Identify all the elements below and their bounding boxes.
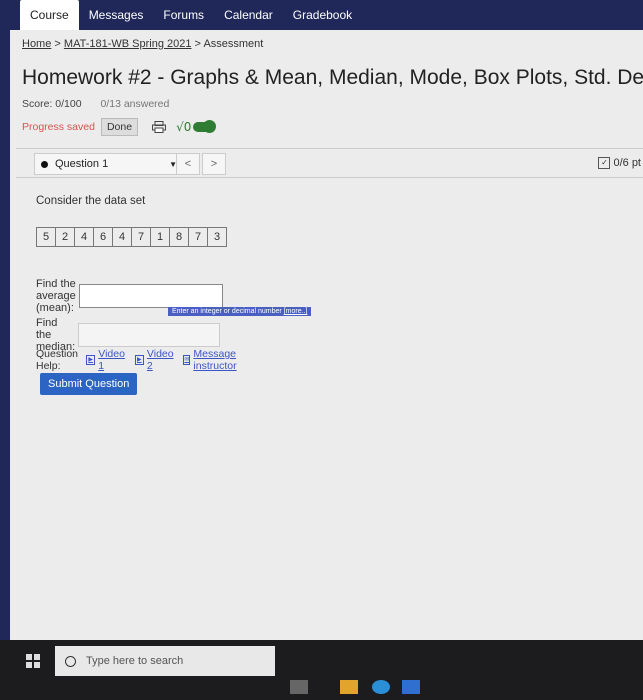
- breadcrumb-course[interactable]: MAT-181-WB Spring 2021: [64, 38, 192, 50]
- tab-calendar[interactable]: Calendar: [214, 0, 283, 30]
- score: Score: 0/100: [22, 98, 82, 110]
- message-instructor-label: Message instructor: [193, 348, 237, 372]
- breadcrumb-home[interactable]: Home: [22, 38, 51, 50]
- browser-icon[interactable]: [372, 680, 390, 694]
- question-points: ✓ 0/6 pt: [598, 157, 641, 169]
- breadcrumb-current: Assessment: [203, 38, 264, 50]
- input-hint-tooltip: Enter an integer or decimal number [more…: [168, 307, 312, 316]
- windows-start-icon[interactable]: [26, 654, 40, 668]
- dataset-cell: 2: [56, 228, 75, 246]
- median-input[interactable]: [78, 323, 221, 347]
- video-1-link[interactable]: ▶ Video 1: [86, 348, 127, 372]
- left-bar: [0, 0, 10, 640]
- next-question-button[interactable]: >: [202, 153, 226, 175]
- question-bar: Question 1 ▼ < > ✓ 0/6 pt: [16, 148, 643, 178]
- points-value: 0/6 pt: [613, 157, 641, 169]
- checkbox-icon: ✓: [598, 157, 611, 169]
- prev-question-button[interactable]: <: [176, 153, 200, 175]
- tab-course[interactable]: Course: [20, 0, 79, 30]
- page-title: Homework #2 - Graphs & Mean, Median, Mod…: [22, 66, 643, 89]
- breadcrumb-separator: >: [194, 38, 201, 50]
- dataset-cell: 7: [132, 228, 151, 246]
- answered-count: 0/13 answered: [100, 98, 170, 110]
- hint-more-link[interactable]: [more..]: [284, 308, 308, 315]
- progress-saved-status: Progress saved: [22, 121, 95, 133]
- dataset-cell: 8: [170, 228, 189, 246]
- video-2-link[interactable]: ▶ Video 2: [134, 348, 176, 372]
- dataset-table: 5 2 4 6 4 7 1 8 7 3: [36, 227, 227, 247]
- mean-label: Find the average (mean):: [36, 278, 76, 314]
- score-line: Score: 0/100 0/13 answered: [22, 98, 169, 110]
- question-prompt: Consider the data set: [36, 195, 146, 207]
- video-icon: ▶: [86, 355, 96, 365]
- breadcrumb: Home > MAT-181-WB Spring 2021 > Assessme…: [22, 38, 263, 50]
- message-instructor-link[interactable]: ✉ Message instructor: [183, 348, 240, 372]
- taskbar: Type here to search: [0, 640, 643, 700]
- screen: Course Messages Forums Calendar Gradeboo…: [0, 0, 643, 700]
- hint-text: Enter an integer or decimal number: [172, 308, 282, 315]
- app-icon[interactable]: [402, 680, 420, 694]
- video-2-label: Video 2: [146, 348, 174, 372]
- mean-input[interactable]: [78, 284, 223, 308]
- question-help: Question Help: ▶ Video 1 ▶ Video 2 ✉ Mes…: [36, 348, 241, 372]
- video-icon: ▶: [134, 355, 144, 365]
- breadcrumb-separator: >: [54, 38, 61, 50]
- dataset-cell: 5: [37, 228, 56, 246]
- question-select-value: Question 1: [55, 158, 109, 170]
- tab-forums[interactable]: Forums: [153, 0, 214, 30]
- taskbar-search-input[interactable]: Type here to search: [55, 646, 275, 676]
- question-help-label: Question Help:: [36, 348, 79, 372]
- envelope-icon: ✉: [183, 355, 191, 365]
- submit-question-button[interactable]: Submit Question: [40, 373, 138, 395]
- dataset-cell: 6: [94, 228, 113, 246]
- dataset-cell: 1: [151, 228, 170, 246]
- dataset-cell: 7: [189, 228, 208, 246]
- dataset-cell: 4: [75, 228, 94, 246]
- math-toggle-label: √0: [176, 120, 192, 134]
- question-content: Consider the data set 5 2 4 6 4 7 1 8 7 …: [36, 195, 312, 395]
- done-button[interactable]: Done: [100, 118, 139, 136]
- search-icon: [65, 655, 76, 667]
- tab-messages[interactable]: Messages: [79, 0, 154, 30]
- video-1-label: Video 1: [98, 348, 125, 372]
- search-placeholder: Type here to search: [86, 655, 184, 667]
- question-select[interactable]: Question 1 ▼: [34, 153, 186, 175]
- file-explorer-icon[interactable]: [340, 680, 358, 694]
- tab-gradebook[interactable]: Gradebook: [283, 0, 362, 30]
- dataset-cell: 3: [213, 231, 221, 243]
- question-status-dot-icon: [41, 160, 48, 168]
- progress-line: Progress saved Done √0: [22, 118, 217, 136]
- math-toggle-switch[interactable]: [193, 120, 217, 133]
- print-icon[interactable]: [152, 121, 167, 133]
- top-nav: Course Messages Forums Calendar Gradeboo…: [0, 0, 643, 30]
- task-view-icon[interactable]: [290, 680, 308, 694]
- dataset-cell: 4: [113, 228, 132, 246]
